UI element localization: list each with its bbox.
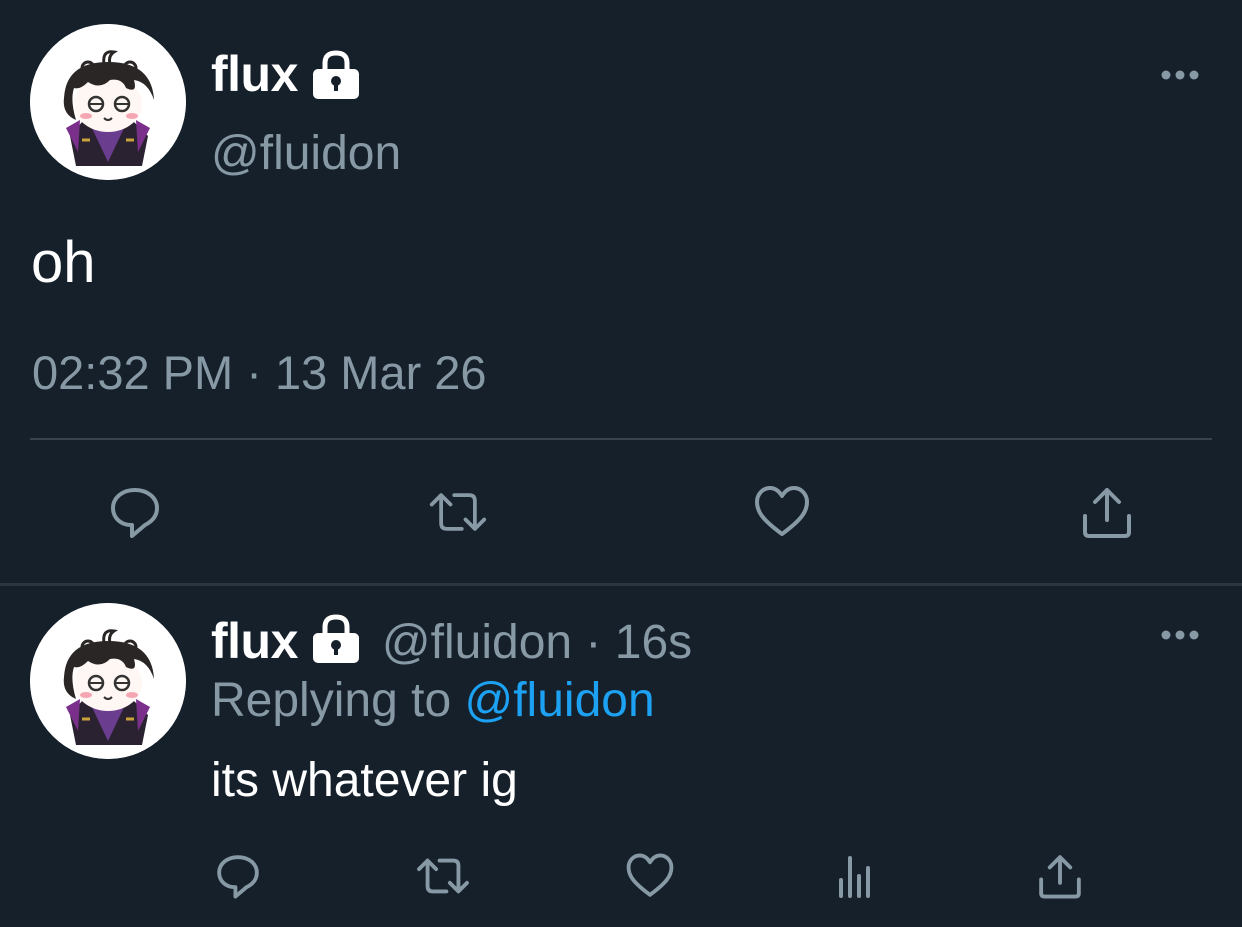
like-button[interactable] [620, 846, 680, 906]
heart-icon [755, 486, 809, 536]
display-name[interactable]: flux [211, 46, 298, 102]
reply-icon [217, 855, 259, 899]
more-options-icon[interactable] [1160, 68, 1200, 82]
divider [30, 438, 1212, 440]
reply-icon [111, 488, 159, 538]
tweet-age[interactable]: 16s [615, 616, 692, 669]
more-options-icon[interactable] [1160, 628, 1200, 642]
display-name[interactable]: flux [211, 613, 298, 669]
heart-icon [626, 853, 674, 897]
stats-icon [839, 856, 870, 898]
share-icon [1083, 488, 1131, 538]
tweet-text: oh [31, 230, 96, 295]
section-divider [0, 583, 1242, 586]
lock-icon [312, 50, 359, 99]
retweet-icon [429, 493, 487, 531]
avatar[interactable] [30, 603, 186, 759]
like-button[interactable] [752, 482, 812, 542]
tweet-text: its whatever ig [211, 754, 518, 807]
replying-to: Replying to @fluidon [211, 673, 655, 729]
retweet-button[interactable] [413, 846, 473, 906]
separator: · [585, 616, 602, 669]
tweet-thread-page: flux @fluidon oh 02:32 PM · 13 Mar 26 fl… [0, 0, 1242, 927]
reply-header: flux @fluidon · 16s [211, 613, 692, 671]
reply-button[interactable] [105, 482, 165, 542]
lock-icon [312, 614, 359, 663]
anime-chibi-avatar-image [30, 24, 186, 180]
mention-link[interactable]: @fluidon [464, 674, 654, 727]
author-handle[interactable]: @fluidon [211, 126, 401, 181]
anime-chibi-avatar-image [30, 603, 186, 759]
tweet-timestamp[interactable]: 02:32 PM · 13 Mar 26 [32, 345, 487, 400]
author-name[interactable]: flux [211, 49, 362, 101]
reply-button[interactable] [208, 846, 268, 906]
avatar[interactable] [30, 24, 186, 180]
share-button[interactable] [1030, 846, 1090, 906]
replying-to-label: Replying to [211, 674, 452, 727]
share-icon [1039, 855, 1081, 899]
author-handle[interactable]: @fluidon [382, 616, 572, 669]
stats-button[interactable] [825, 846, 885, 906]
retweet-icon [417, 858, 469, 894]
retweet-button[interactable] [428, 482, 488, 542]
share-button[interactable] [1077, 482, 1137, 542]
